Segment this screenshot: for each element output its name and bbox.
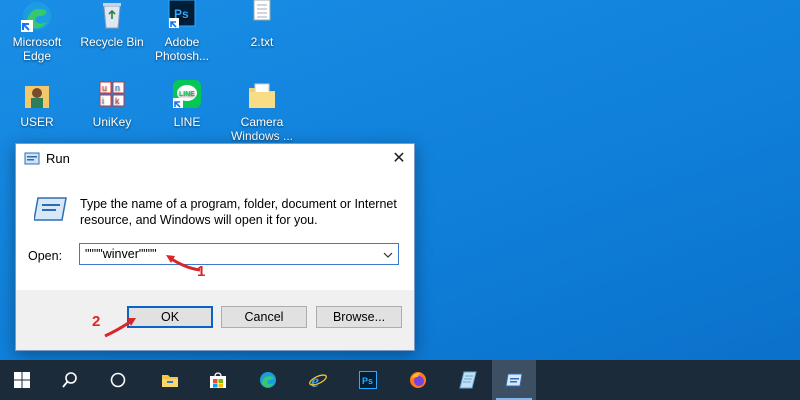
taskbar-notepad[interactable] [446, 360, 490, 400]
task-view-button[interactable] [96, 360, 140, 400]
photoshop-icon: Ps [359, 371, 377, 389]
notepad-icon [459, 371, 477, 389]
taskbar: e Ps [0, 360, 800, 400]
annotation-arrows [104, 255, 201, 338]
edge-icon [259, 371, 277, 389]
step-2-label: 2 [92, 313, 101, 330]
step-1-label: 1 [197, 263, 206, 280]
taskbar-firefox[interactable] [396, 360, 440, 400]
start-button[interactable] [0, 360, 44, 400]
taskbar-internet-explorer[interactable]: e [296, 360, 340, 400]
svg-text:Ps: Ps [362, 376, 373, 386]
arrow-2 [104, 320, 131, 338]
taskbar-file-explorer[interactable] [148, 360, 192, 400]
file-explorer-icon [161, 371, 179, 389]
taskbar-run[interactable] [492, 360, 536, 400]
firefox-icon [409, 371, 427, 389]
search-icon [61, 371, 79, 389]
task-view-icon [109, 371, 127, 389]
microsoft-store-icon [209, 371, 227, 389]
run-icon [505, 371, 523, 389]
taskbar-photoshop[interactable]: Ps [346, 360, 390, 400]
start-icon [13, 371, 31, 389]
arrow-1 [169, 256, 201, 272]
taskbar-microsoft-store[interactable] [196, 360, 240, 400]
internet-explorer-icon: e [309, 371, 327, 391]
search-button[interactable] [48, 360, 92, 400]
taskbar-edge[interactable] [246, 360, 290, 400]
